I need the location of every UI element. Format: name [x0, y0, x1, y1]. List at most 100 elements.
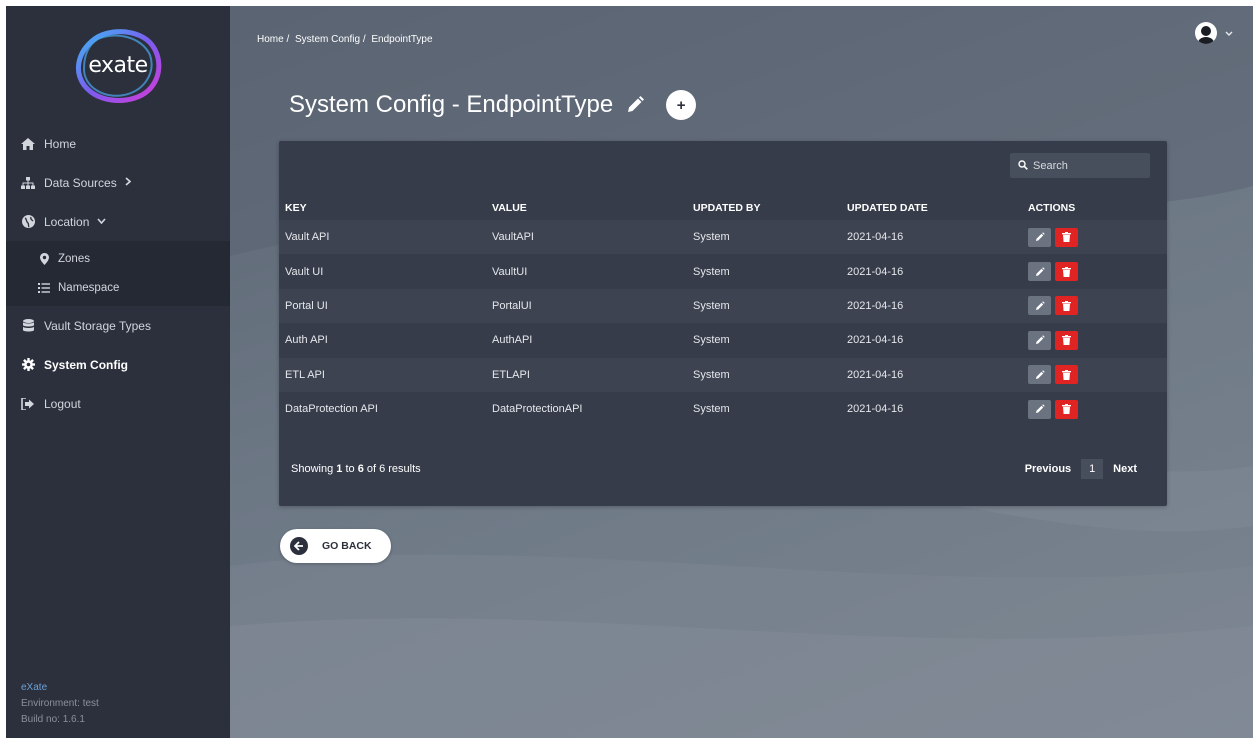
pencil-icon	[1035, 232, 1045, 242]
trash-icon	[1062, 300, 1071, 311]
edit-row-button[interactable]	[1028, 227, 1051, 247]
cell-updated-date: 2021-04-16	[847, 299, 904, 312]
sidebar-item-logout[interactable]: Logout	[6, 384, 230, 423]
footer-build: Build no: 1.6.1	[21, 714, 85, 725]
results-suffix: of 6 results	[363, 463, 421, 475]
pencil-icon[interactable]	[625, 95, 645, 115]
cell-value: VaultUI	[492, 265, 528, 278]
cell-value: DataProtectionAPI	[492, 403, 583, 416]
sidebar-item-system-config[interactable]: System Config	[6, 345, 230, 384]
edit-row-button[interactable]	[1028, 330, 1051, 350]
sidebar-nav-lower: Vault Storage Types System Config Logout	[6, 306, 230, 423]
cell-updated-by: System	[693, 368, 730, 381]
edit-row-button[interactable]	[1028, 262, 1051, 282]
search-input[interactable]	[1033, 159, 1143, 172]
cell-updated-by: System	[693, 265, 730, 278]
breadcrumb-current: EndpointType	[371, 34, 433, 45]
app-window: exate Home Data Sources Location Zones N…	[6, 6, 1253, 738]
breadcrumb-home[interactable]: Home /	[257, 34, 289, 45]
sidebar-item-location[interactable]: Location	[6, 202, 230, 241]
map-pin-icon	[38, 252, 50, 265]
delete-row-button[interactable]	[1055, 365, 1078, 385]
sidebar-item-label: Zones	[58, 252, 90, 265]
previous-page-button[interactable]: Previous	[1025, 463, 1071, 475]
table-row: Vault API VaultAPI System 2021-04-16	[279, 220, 1167, 255]
endpoint-type-table-card: KEY VALUE UPDATED BY UPDATED DATE ACTION…	[279, 141, 1167, 506]
add-button[interactable]: +	[666, 90, 697, 120]
delete-row-button[interactable]	[1055, 330, 1078, 350]
cell-value: PortalUI	[492, 299, 532, 312]
column-header-updated-by[interactable]: UPDATED BY	[693, 196, 847, 220]
cell-value: AuthAPI	[492, 334, 533, 347]
sidebar-item-label: Location	[44, 214, 90, 229]
main-content: Home / System Config / EndpointType Syst…	[230, 6, 1253, 738]
page-header: System Config - EndpointType +	[289, 90, 697, 120]
cell-key: Auth API	[285, 334, 328, 347]
cell-actions	[1028, 392, 1167, 426]
column-header-value[interactable]: VALUE	[492, 196, 693, 220]
search-box[interactable]	[1010, 153, 1150, 178]
cell-actions	[1028, 254, 1167, 288]
home-icon	[21, 137, 35, 151]
chevron-down-icon	[97, 216, 106, 227]
cell-key: Vault API	[285, 231, 330, 244]
pencil-icon	[1035, 335, 1045, 345]
cell-updated-by: System	[693, 334, 730, 347]
table-row: DataProtection API DataProtectionAPI Sys…	[279, 391, 1167, 427]
results-to-word: to	[342, 463, 358, 475]
delete-row-button[interactable]	[1055, 227, 1078, 247]
cell-updated-by: System	[693, 231, 730, 244]
footer-brand: eXate	[21, 682, 48, 693]
sidebar: exate Home Data Sources Location Zones N…	[6, 6, 230, 738]
table-row: Portal UI PortalUI System 2021-04-16	[279, 288, 1167, 324]
breadcrumb-system-config[interactable]: System Config /	[295, 34, 366, 45]
exate-logo[interactable]: exate	[70, 25, 166, 105]
footer-environment: Environment: test	[21, 698, 99, 709]
chevron-down-icon[interactable]	[1225, 28, 1233, 38]
cell-updated-date: 2021-04-16	[847, 334, 904, 347]
next-page-button[interactable]: Next	[1113, 463, 1137, 475]
cell-updated-by: System	[693, 403, 730, 416]
column-header-updated-date[interactable]: UPDATED DATE	[847, 196, 1028, 220]
delete-row-button[interactable]	[1055, 262, 1078, 282]
sidebar-item-label: Logout	[44, 396, 81, 411]
search-icon	[1018, 157, 1028, 175]
cell-updated-by: System	[693, 299, 730, 312]
sidebar-item-vault-storage-types[interactable]: Vault Storage Types	[6, 306, 230, 345]
cell-actions	[1028, 323, 1167, 357]
delete-row-button[interactable]	[1055, 296, 1078, 316]
trash-icon	[1062, 369, 1071, 380]
go-back-button[interactable]: GO BACK	[280, 529, 391, 563]
logout-icon	[21, 397, 35, 411]
pencil-icon	[1035, 404, 1045, 414]
table-row: Vault UI VaultUI System 2021-04-16	[279, 254, 1167, 289]
sidebar-item-namespace[interactable]: Namespace	[6, 273, 230, 302]
cell-value: VaultAPI	[492, 231, 534, 244]
edit-row-button[interactable]	[1028, 296, 1051, 316]
user-avatar-icon[interactable]	[1195, 22, 1217, 44]
user-menu[interactable]	[1195, 22, 1233, 44]
sidebar-nav: Home Data Sources Location	[6, 124, 230, 241]
results-prefix: Showing	[291, 463, 337, 475]
sidebar-item-zones[interactable]: Zones	[6, 244, 230, 273]
pencil-icon	[1035, 266, 1045, 276]
cell-value: ETLAPI	[492, 368, 530, 381]
cell-actions	[1028, 358, 1167, 392]
edit-row-button[interactable]	[1028, 399, 1051, 419]
add-button-label: +	[676, 96, 686, 114]
cell-key: DataProtection API	[285, 403, 378, 416]
sidebar-item-home[interactable]: Home	[6, 124, 230, 163]
delete-row-button[interactable]	[1055, 399, 1078, 419]
edit-row-button[interactable]	[1028, 365, 1051, 385]
logo-text: exate	[88, 52, 148, 78]
sidebar-footer: eXate Environment: test Build no: 1.6.1	[21, 680, 99, 728]
results-summary: Showing 1 to 6 of 6 results	[291, 463, 421, 475]
sidebar-item-data-sources[interactable]: Data Sources	[6, 163, 230, 202]
data-table: KEY VALUE UPDATED BY UPDATED DATE ACTION…	[279, 196, 1167, 427]
page-number-current[interactable]: 1	[1081, 459, 1104, 479]
column-header-key[interactable]: KEY	[279, 196, 492, 220]
column-header-actions: ACTIONS	[1028, 202, 1076, 214]
globe-icon	[21, 215, 35, 229]
cell-updated-date: 2021-04-16	[847, 368, 904, 381]
trash-icon	[1062, 266, 1071, 277]
